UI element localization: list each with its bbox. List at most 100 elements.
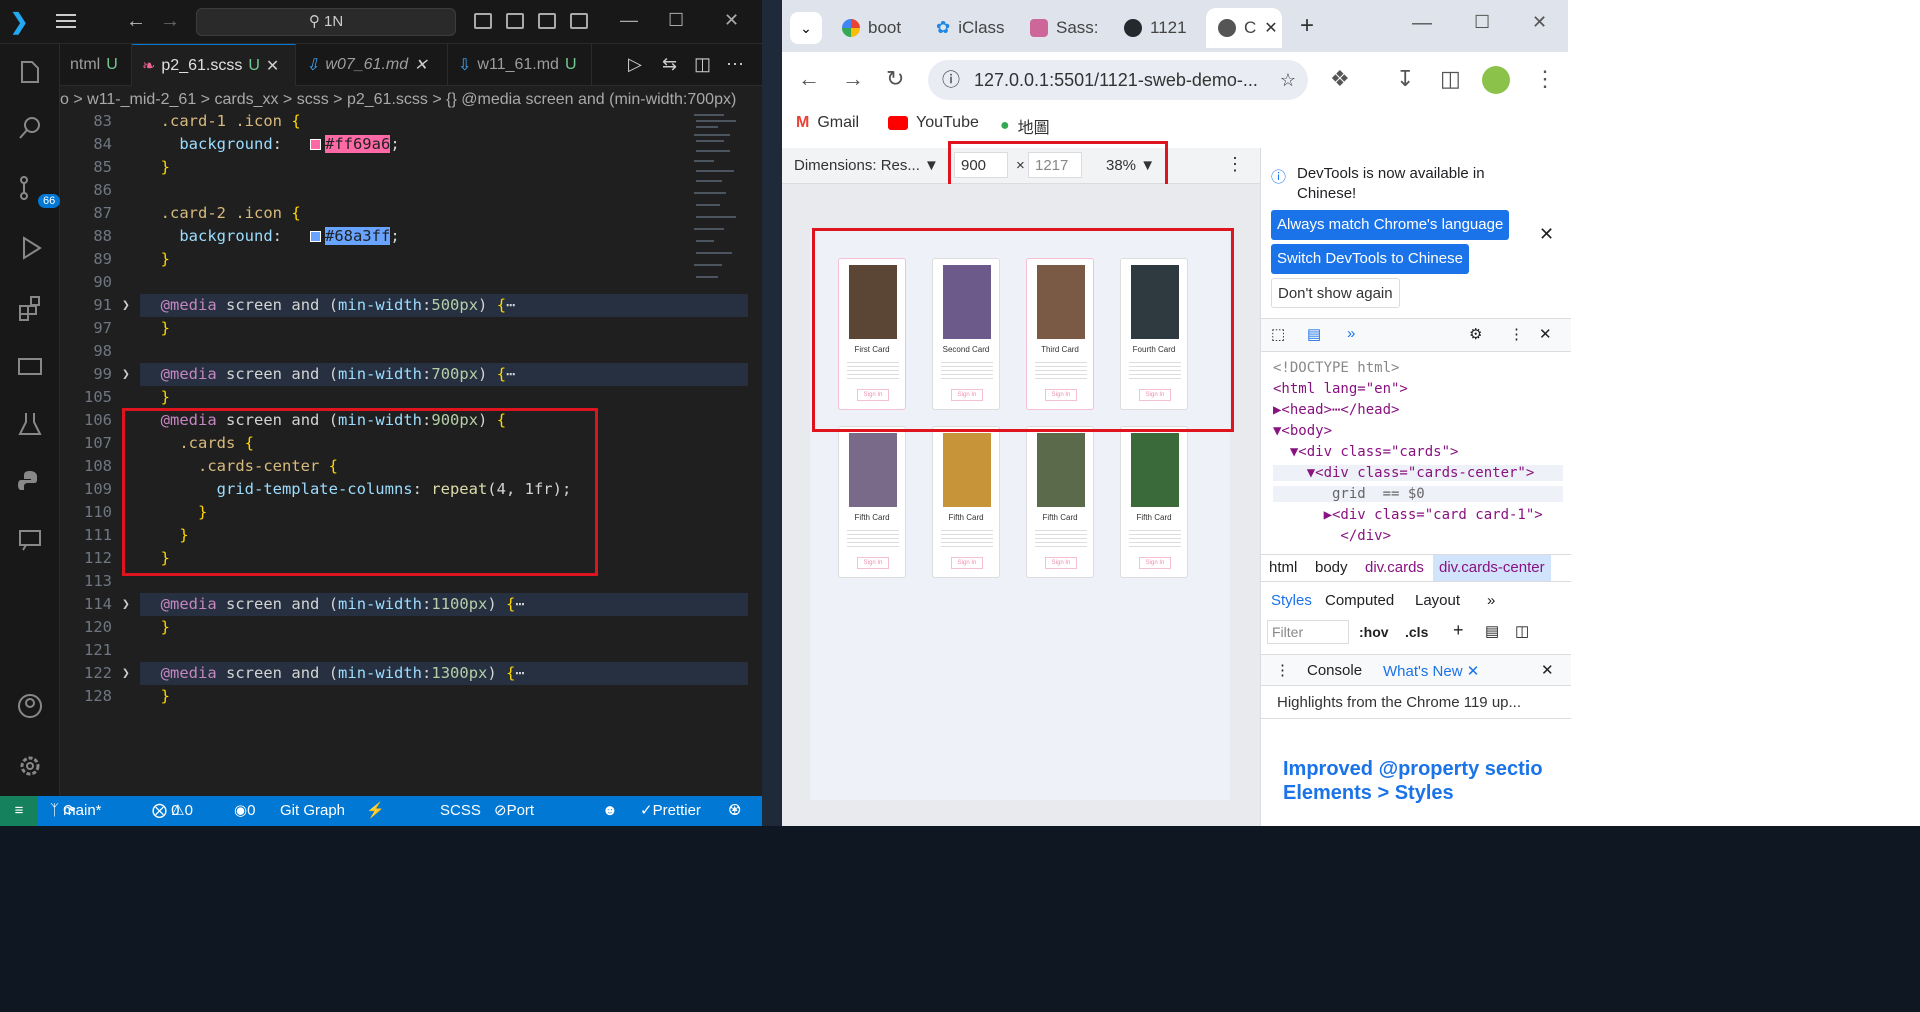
- source-control-icon[interactable]: 66: [12, 170, 61, 208]
- ports-status[interactable]: ◉ 0: [234, 796, 255, 826]
- chrome-tab-sass[interactable]: Sass:: [1018, 8, 1110, 48]
- lightning-icon[interactable]: ⚡: [366, 796, 385, 826]
- card-sign-in-button[interactable]: Sign In: [1139, 557, 1171, 569]
- inspect-element-icon[interactable]: ⬚: [1271, 325, 1285, 343]
- code-line[interactable]: @media screen and (min-width:500px) {⋯: [142, 294, 516, 317]
- crumb-html[interactable]: html: [1269, 555, 1297, 581]
- news-heading-2[interactable]: Elements > Styles: [1283, 782, 1454, 805]
- side-panel-icon[interactable]: ◫: [1440, 66, 1461, 92]
- dom-node[interactable]: ▼<div class="cards-center">: [1273, 465, 1563, 481]
- dimensions-dropdown[interactable]: Dimensions: Res... ▼: [794, 157, 939, 174]
- fold-chevron-icon[interactable]: ❯: [122, 363, 130, 386]
- close-devtools-icon[interactable]: ✕: [1539, 325, 1552, 343]
- always-match-language-button[interactable]: Always match Chrome's language: [1271, 210, 1510, 240]
- toggle-sidebar-icon[interactable]: [474, 13, 492, 29]
- fold-chevron-icon[interactable]: ❯: [122, 593, 130, 616]
- switch-devtools-chinese-button[interactable]: Switch DevTools to Chinese: [1271, 244, 1469, 274]
- chrome-tab-boot[interactable]: boot: [830, 8, 922, 48]
- maximize-icon[interactable]: ☐: [668, 10, 684, 31]
- close-icon[interactable]: ✕: [724, 10, 739, 31]
- tab-console[interactable]: Console: [1307, 662, 1362, 679]
- code-line[interactable]: @media screen and (min-width:1100px) {⋯: [142, 593, 525, 616]
- run-icon[interactable]: ▷: [628, 54, 642, 75]
- code-line[interactable]: }: [142, 685, 170, 708]
- code-line[interactable]: .card-2 .icon {: [142, 202, 301, 225]
- customize-layout-icon[interactable]: [570, 13, 588, 29]
- new-tab-icon[interactable]: +: [1300, 12, 1314, 40]
- settings-gear-icon[interactable]: [12, 748, 48, 784]
- code-line[interactable]: background: #ff69a6;: [142, 133, 400, 156]
- crumb-div-cards[interactable]: div.cards: [1365, 555, 1424, 581]
- command-center[interactable]: ⚲ 1N: [196, 8, 456, 36]
- code-line[interactable]: @media screen and (min-width:700px) {⋯: [142, 363, 516, 386]
- tab-w11-61-md[interactable]: ⇩ w11_61.md U: [448, 44, 592, 86]
- device-more-icon[interactable]: ⋮: [1226, 154, 1244, 175]
- card-sign-in-button[interactable]: Sign In: [1045, 557, 1077, 569]
- crumb-div-cards-center[interactable]: div.cards-center: [1433, 555, 1551, 581]
- dom-node[interactable]: ▼<body>: [1273, 423, 1332, 439]
- remote-indicator-icon[interactable]: ≡: [0, 796, 38, 826]
- tab-computed[interactable]: Computed: [1325, 592, 1394, 609]
- bookmark-gmail[interactable]: M Gmail: [796, 114, 859, 132]
- chrome-tab-active[interactable]: C ✕: [1206, 8, 1282, 48]
- tab-whats-new[interactable]: What's New ✕: [1383, 662, 1479, 680]
- device-toggle-icon[interactable]: ▤: [1307, 325, 1321, 343]
- close-tab-icon[interactable]: ✕: [266, 56, 279, 76]
- maximize-icon[interactable]: ☐: [1474, 12, 1490, 33]
- minimap[interactable]: [692, 110, 746, 290]
- dont-show-again-button[interactable]: Don't show again: [1271, 278, 1400, 308]
- styles-filter-input[interactable]: Filter: [1267, 620, 1349, 644]
- minimize-icon[interactable]: —: [1412, 12, 1432, 35]
- bookmark-maps[interactable]: ● 地圖: [1000, 114, 1050, 138]
- extensions-icon[interactable]: [12, 290, 48, 326]
- testing-icon[interactable]: [12, 406, 48, 442]
- code-line[interactable]: }: [142, 317, 170, 340]
- close-notice-icon[interactable]: ✕: [1539, 224, 1554, 245]
- drawer-menu-icon[interactable]: ⋮: [1275, 661, 1290, 679]
- dom-node[interactable]: grid == $0: [1273, 486, 1563, 502]
- news-heading-1[interactable]: Improved @property sectio: [1283, 758, 1543, 781]
- more-tabs-icon[interactable]: »: [1347, 325, 1355, 342]
- tab-html[interactable]: ntml U: [60, 44, 132, 86]
- profile-avatar[interactable]: [1482, 66, 1510, 94]
- close-window-icon[interactable]: ✕: [1532, 12, 1547, 33]
- close-tab-icon[interactable]: ✕: [414, 55, 427, 75]
- live-server-status[interactable]: ⊘ Port : 5501: [494, 796, 534, 826]
- more-actions-icon[interactable]: ⋯: [726, 54, 744, 75]
- card-sign-in-button[interactable]: Sign In: [857, 557, 889, 569]
- chat-icon[interactable]: [12, 522, 48, 558]
- notifications-bell-icon[interactable]: ♼: [728, 796, 741, 826]
- code-line[interactable]: }: [142, 156, 170, 179]
- dom-node[interactable]: ▶<div class="card card-1">: [1273, 507, 1543, 523]
- tab-styles[interactable]: Styles: [1271, 592, 1312, 609]
- fold-chevron-icon[interactable]: ❯: [122, 294, 130, 317]
- chrome-menu-icon[interactable]: ⋮: [1534, 66, 1556, 92]
- devtools-more-icon[interactable]: ⋮: [1509, 325, 1524, 343]
- crumb-body[interactable]: body: [1315, 555, 1348, 581]
- site-info-icon[interactable]: ⓘ: [942, 60, 960, 100]
- search-icon[interactable]: [12, 110, 48, 146]
- dom-node[interactable]: ▼<div class="cards">: [1273, 444, 1459, 460]
- chrome-tab-iclass[interactable]: ✿ iClass: [924, 8, 1016, 48]
- reload-icon[interactable]: ↻: [886, 66, 904, 92]
- download-icon[interactable]: ↧: [1396, 66, 1414, 92]
- run-debug-icon[interactable]: [12, 230, 48, 266]
- minimize-icon[interactable]: —: [620, 10, 638, 31]
- tab-p2-61-scss[interactable]: ❧ p2_61.scss U ✕: [132, 44, 296, 86]
- code-line[interactable]: .card-1 .icon {: [142, 110, 301, 133]
- new-style-rule-icon[interactable]: +: [1453, 620, 1464, 641]
- back-arrow-icon[interactable]: ←: [126, 10, 146, 33]
- dom-node[interactable]: <!DOCTYPE html>: [1273, 360, 1399, 376]
- forward-arrow-icon[interactable]: →: [160, 10, 180, 33]
- split-editor-icon[interactable]: ◫: [694, 54, 711, 75]
- language-mode[interactable]: SCSS: [440, 796, 481, 826]
- dom-node[interactable]: </div>: [1273, 528, 1391, 544]
- sidebar-toggle-icon[interactable]: ◫: [1515, 622, 1529, 640]
- code-line[interactable]: @media screen and (min-width:1300px) {⋯: [142, 662, 525, 685]
- bookmark-youtube[interactable]: YouTube: [888, 114, 979, 132]
- code-line[interactable]: }: [142, 386, 170, 409]
- color-format-icon[interactable]: ▤: [1485, 622, 1499, 640]
- prettier-status[interactable]: ✓ Prettier: [640, 796, 701, 826]
- branch-status[interactable]: ᛉ main* ⟳: [50, 796, 102, 826]
- hov-button[interactable]: :hov: [1359, 624, 1389, 640]
